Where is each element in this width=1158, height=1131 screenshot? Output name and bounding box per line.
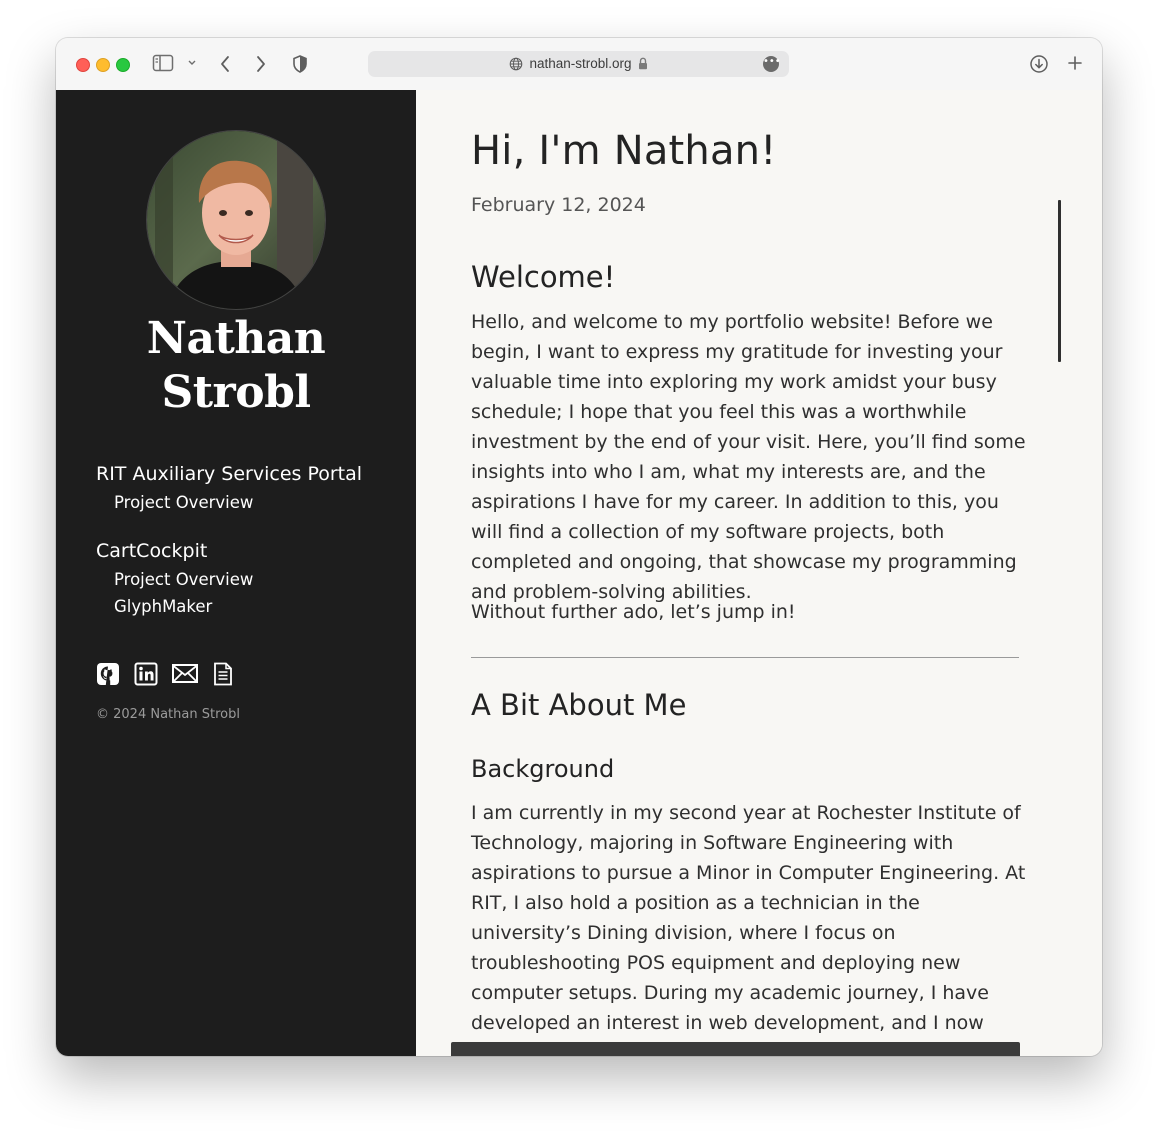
nav-project-cartcockpit[interactable]: CartCockpit <box>96 540 207 562</box>
about-heading: A Bit About Me <box>471 688 687 722</box>
chevron-down-icon[interactable] <box>187 59 197 67</box>
back-icon[interactable] <box>218 54 232 74</box>
welcome-paragraph: Hello, and welcome to my portfolio websi… <box>471 311 1026 603</box>
address-bar[interactable]: nathan-strobl.org ••• <box>368 51 789 77</box>
copyright-text: © 2024 Nathan Strobl <box>96 707 240 722</box>
forward-icon[interactable] <box>254 54 268 74</box>
sidebar: Nathan Strobl RIT Auxiliary Services Por… <box>56 90 416 1056</box>
browser-window: nathan-strobl.org ••• Nathan Strobl RIT … <box>56 38 1102 1056</box>
nav-project-rit-auxiliary[interactable]: RIT Auxiliary Services Portal <box>96 463 362 485</box>
section-divider <box>471 657 1019 658</box>
page-title: Hi, I'm Nathan! <box>471 128 777 174</box>
github-icon[interactable] <box>96 662 120 686</box>
social-links <box>96 662 234 686</box>
post-date: February 12, 2024 <box>471 194 646 216</box>
bottom-banner <box>451 1042 1020 1056</box>
close-window-button[interactable] <box>76 58 90 72</box>
globe-icon <box>509 57 523 71</box>
name-line-1: Nathan <box>146 313 326 364</box>
zoom-window-button[interactable] <box>116 58 130 72</box>
email-icon[interactable] <box>172 663 198 685</box>
url-text: nathan-strobl.org <box>529 56 632 71</box>
welcome-heading: Welcome! <box>471 260 616 294</box>
nav-rit-project-overview[interactable]: Project Overview <box>114 493 253 512</box>
linkedin-icon[interactable] <box>134 662 158 686</box>
background-heading: Background <box>471 755 615 783</box>
lock-icon <box>638 57 648 70</box>
jump-in-paragraph: Without further ado, let’s jump in! <box>471 601 796 623</box>
sidebar-toggle-icon[interactable] <box>152 54 174 72</box>
main-content: Hi, I'm Nathan! February 12, 2024 Welcom… <box>416 90 1102 1056</box>
nav-cartcockpit-glyphmaker[interactable]: GlyphMaker <box>114 597 212 616</box>
more-icon[interactable]: ••• <box>763 56 781 72</box>
browser-toolbar: nathan-strobl.org ••• <box>56 38 1102 91</box>
site-owner-name[interactable]: Nathan Strobl <box>56 312 416 420</box>
privacy-shield-icon[interactable] <box>291 54 309 74</box>
nav-cartcockpit-project-overview[interactable]: Project Overview <box>114 570 253 589</box>
resume-icon[interactable] <box>212 662 234 686</box>
avatar <box>146 130 326 310</box>
reading-progress-bar <box>1058 200 1061 362</box>
background-paragraph: I am currently in my second year at Roch… <box>471 802 1026 1056</box>
download-icon[interactable] <box>1029 54 1049 74</box>
name-line-2: Strobl <box>161 367 311 418</box>
new-tab-icon[interactable] <box>1066 54 1084 72</box>
minimize-window-button[interactable] <box>96 58 110 72</box>
